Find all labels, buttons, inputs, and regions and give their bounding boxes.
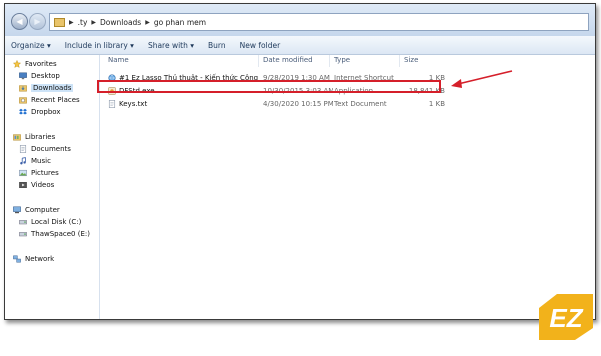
nav-label: Recent Places xyxy=(31,96,80,104)
chevron-right-icon: ▶ xyxy=(91,18,97,26)
column-separator[interactable] xyxy=(329,55,330,67)
new-folder-button[interactable]: New folder xyxy=(240,41,281,50)
nav-label: Downloads xyxy=(31,84,74,92)
forward-button[interactable]: ▶ xyxy=(29,13,46,30)
column-header-type[interactable]: Type xyxy=(334,56,350,64)
drive-icon xyxy=(19,220,27,225)
address-bar: ◀ ▶ ▶ .ty ▶ Downloads ▶ go phan mem xyxy=(5,4,595,36)
nav-dropbox[interactable]: Dropbox xyxy=(19,108,61,116)
file-date: 4/30/2020 10:15 PM xyxy=(263,100,333,108)
nav-pictures[interactable]: Pictures xyxy=(19,169,59,177)
folder-icon xyxy=(54,17,65,27)
recent-places-icon xyxy=(19,97,27,104)
nav-recent-places[interactable]: Recent Places xyxy=(19,96,80,104)
chevron-right-icon: ▶ xyxy=(145,18,150,26)
videos-icon xyxy=(19,182,27,188)
command-bar: Organize ▾ Include in library ▾ Share wi… xyxy=(5,36,595,55)
nav-documents[interactable]: Documents xyxy=(19,145,71,153)
organize-button[interactable]: Organize ▾ xyxy=(11,41,51,50)
nav-thawspace[interactable]: ThawSpace0 (E:) xyxy=(19,230,90,238)
navigation-pane: Favorites Desktop Downloads Recent Place… xyxy=(5,55,100,319)
nav-computer[interactable]: Computer xyxy=(13,206,60,214)
nav-network[interactable]: Network xyxy=(13,255,54,263)
ez-logo: EZ xyxy=(539,294,593,340)
downloads-folder-icon xyxy=(19,85,27,92)
nav-label: Favorites xyxy=(25,60,57,68)
network-icon xyxy=(13,255,21,263)
nav-label: Music xyxy=(31,157,51,165)
explorer-window: ◀ ▶ ▶ .ty ▶ Downloads ▶ go phan mem Orga… xyxy=(4,3,596,320)
breadcrumb-item[interactable]: Downloads xyxy=(100,18,141,27)
pointer-arrow xyxy=(451,70,513,88)
breadcrumb-item[interactable]: go phan mem xyxy=(154,18,206,27)
back-button[interactable]: ◀ xyxy=(11,13,28,30)
nav-favorites[interactable]: Favorites xyxy=(13,60,57,68)
svg-text:EZ: EZ xyxy=(549,303,583,333)
nav-label: Local Disk (C:) xyxy=(31,218,82,226)
nav-label: Libraries xyxy=(25,133,56,141)
nav-label: Pictures xyxy=(31,169,59,177)
nav-desktop[interactable]: Desktop xyxy=(19,72,60,80)
nav-label: Desktop xyxy=(31,72,60,80)
nav-local-disk[interactable]: Local Disk (C:) xyxy=(19,218,81,226)
include-in-library-button[interactable]: Include in library ▾ xyxy=(65,41,134,50)
burn-button[interactable]: Burn xyxy=(208,41,226,50)
nav-label: Computer xyxy=(25,206,60,214)
nav-downloads[interactable]: Downloads xyxy=(19,84,74,92)
column-header-date[interactable]: Date modified xyxy=(263,56,313,64)
file-name-cell: Keys.txt xyxy=(108,98,258,110)
nav-videos[interactable]: Videos xyxy=(19,181,54,189)
libraries-icon xyxy=(13,134,21,141)
nav-label: Network xyxy=(25,255,55,263)
nav-label: Dropbox xyxy=(31,108,61,116)
file-name: Keys.txt xyxy=(119,100,148,108)
breadcrumb[interactable]: ▶ .ty ▶ Downloads ▶ go phan mem xyxy=(49,13,589,31)
share-with-button[interactable]: Share with ▾ xyxy=(148,41,194,50)
chevron-right-icon: ▶ xyxy=(69,18,74,26)
star-icon xyxy=(13,60,21,68)
text-file-icon xyxy=(108,100,116,108)
dropbox-icon xyxy=(19,108,27,115)
table-row[interactable]: Keys.txt 4/30/2020 10:15 PM Text Documen… xyxy=(100,98,595,110)
highlight-box xyxy=(97,80,441,93)
column-header-name[interactable]: Name xyxy=(108,56,129,64)
desktop-icon xyxy=(19,72,27,80)
file-size: 1 KB xyxy=(428,100,445,108)
pictures-icon xyxy=(19,169,27,177)
nav-label: ThawSpace0 (E:) xyxy=(31,230,90,238)
column-header-size[interactable]: Size xyxy=(404,56,418,64)
drive-icon xyxy=(19,232,27,237)
computer-icon xyxy=(13,206,21,214)
nav-music[interactable]: Music xyxy=(19,157,51,165)
nav-label: Videos xyxy=(31,181,55,189)
column-separator[interactable] xyxy=(399,55,400,67)
column-separator[interactable] xyxy=(258,55,259,67)
breadcrumb-item[interactable]: .ty xyxy=(78,18,88,27)
nav-label: Documents xyxy=(31,145,71,153)
music-icon xyxy=(20,157,26,165)
nav-libraries[interactable]: Libraries xyxy=(13,133,55,141)
documents-icon xyxy=(19,145,27,153)
file-list: Name Date modified Type Size #1 Ez Lasso… xyxy=(100,55,595,319)
